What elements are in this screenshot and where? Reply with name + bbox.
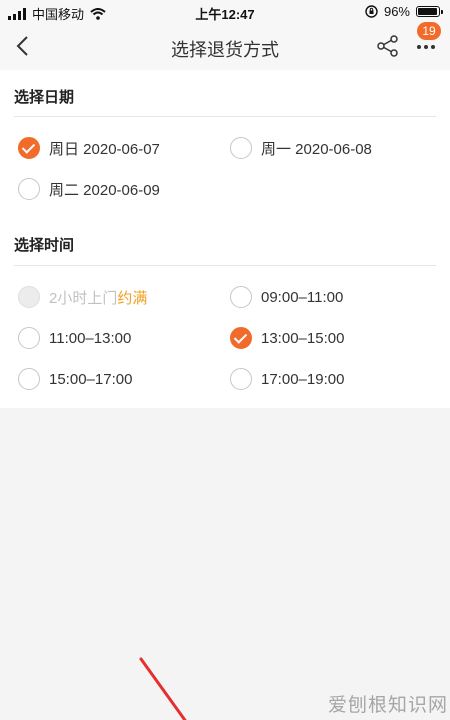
orientation-lock-icon xyxy=(365,5,378,18)
battery-icon xyxy=(416,6,443,17)
radio-icon[interactable] xyxy=(18,137,40,159)
date-option-tue[interactable]: 周二 2020-06-09 xyxy=(18,177,160,201)
watermark: 爱刨根知识网 xyxy=(328,695,449,716)
radio-icon[interactable] xyxy=(18,178,40,200)
date-option-label: 周日 2020-06-07 xyxy=(49,140,160,158)
date-divider xyxy=(14,116,436,117)
time-option-1700[interactable]: 17:00–19:00 xyxy=(230,367,344,391)
time-option-label: 2小时上门约满 xyxy=(49,289,148,307)
message-badge: 19 xyxy=(417,22,441,40)
radio-icon[interactable] xyxy=(230,137,252,159)
share-icon[interactable] xyxy=(376,34,400,58)
time-divider xyxy=(14,265,436,266)
date-option-sun[interactable]: 周日 2020-06-07 xyxy=(18,136,160,160)
time-option-2h: 2小时上门约满 xyxy=(18,285,147,309)
date-option-mon[interactable]: 周一 2020-06-08 xyxy=(230,136,372,160)
annotation-arrow xyxy=(139,657,187,720)
time-option-1100[interactable]: 11:00–13:00 xyxy=(18,326,131,350)
radio-icon[interactable] xyxy=(18,368,40,390)
radio-icon[interactable] xyxy=(230,368,252,390)
time-section-title: 选择时间 xyxy=(14,237,75,254)
time-option-label: 15:00–17:00 xyxy=(49,370,133,388)
radio-icon[interactable] xyxy=(18,327,40,349)
nav-bar: 选择退货方式 xyxy=(0,24,450,70)
date-option-label: 周一 2020-06-08 xyxy=(261,140,372,158)
date-section-title: 选择日期 xyxy=(14,89,75,106)
return-method-panel: 选择日期 周日 2020-06-07 周一 2020-06-08 周二 2020… xyxy=(0,70,450,408)
battery-percent: 96% xyxy=(383,4,410,19)
time-option-0900[interactable]: 09:00–11:00 xyxy=(230,285,343,309)
full-tag: 约满 xyxy=(117,289,148,307)
status-right: 96% xyxy=(365,4,443,19)
status-bar: 中国移动 上午12:47 96% xyxy=(0,0,450,24)
radio-icon[interactable] xyxy=(230,327,252,349)
radio-icon[interactable] xyxy=(230,286,252,308)
time-option-label: 11:00–13:00 xyxy=(49,329,132,347)
time-option-label: 13:00–15:00 xyxy=(261,329,345,347)
time-option-label: 09:00–11:00 xyxy=(261,288,344,306)
time-option-label: 17:00–19:00 xyxy=(261,370,345,388)
date-option-label: 周二 2020-06-09 xyxy=(49,181,160,199)
battery-fill xyxy=(418,8,438,15)
time-option-1300[interactable]: 13:00–15:00 xyxy=(230,326,344,350)
time-option-1500[interactable]: 15:00–17:00 xyxy=(18,367,132,391)
radio-icon xyxy=(18,286,40,308)
